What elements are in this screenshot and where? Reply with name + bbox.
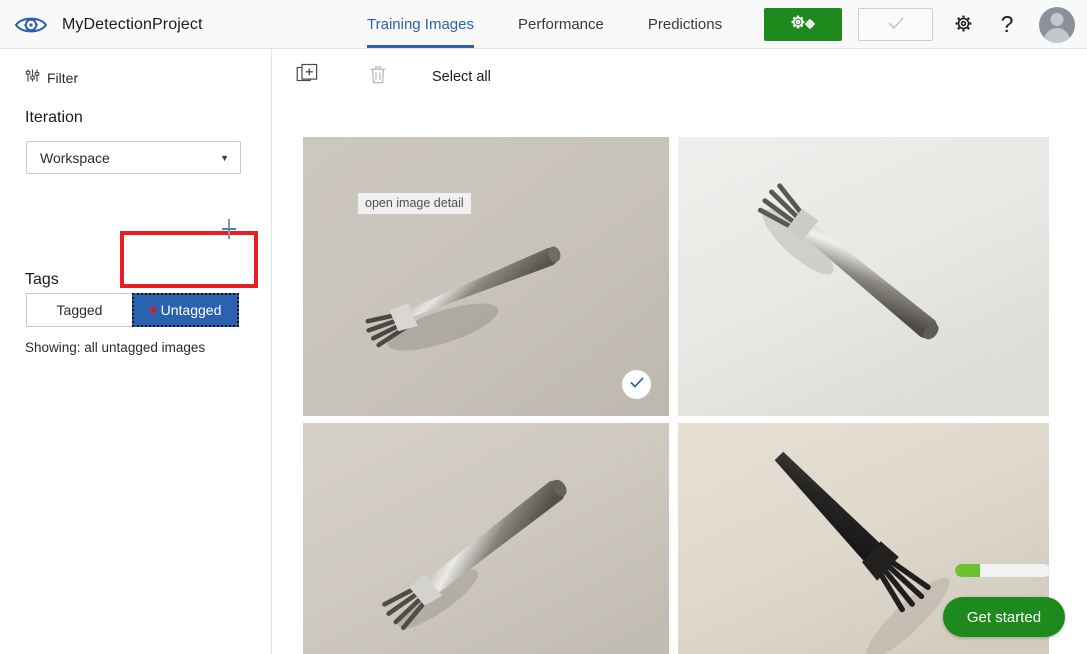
selection-dot-icon bbox=[149, 307, 156, 313]
train-button[interactable] bbox=[764, 8, 842, 41]
add-images-button[interactable] bbox=[294, 63, 320, 90]
app-header: MyDetectionProject Training Images Perfo… bbox=[0, 0, 1087, 49]
header-actions: ? bbox=[764, 0, 1075, 49]
gears-icon bbox=[786, 13, 820, 36]
gallery-tile[interactable] bbox=[303, 423, 669, 654]
tag-filter-untagged[interactable]: Untagged bbox=[132, 293, 239, 327]
tab-training-images[interactable]: Training Images bbox=[345, 0, 496, 49]
filter-button[interactable]: Filter bbox=[25, 68, 78, 88]
image-tooltip: open image detail bbox=[357, 192, 472, 215]
progress-fill bbox=[955, 564, 980, 577]
tab-label: Performance bbox=[518, 16, 604, 33]
gallery-tile[interactable]: open image detail bbox=[303, 137, 669, 416]
iteration-dropdown[interactable]: Workspace ▼ bbox=[26, 141, 241, 174]
tab-label: Predictions bbox=[647, 16, 723, 33]
sidebar: Filter Iteration Workspace ▼ Tags Tagged… bbox=[0, 49, 272, 654]
select-all-button[interactable]: Select all bbox=[432, 69, 491, 85]
quick-test-button[interactable] bbox=[858, 8, 933, 41]
chevron-down-icon: ▼ bbox=[220, 152, 229, 163]
iteration-heading: Iteration bbox=[25, 109, 83, 126]
delete-images-button[interactable] bbox=[365, 64, 391, 90]
onboarding-progress-bar bbox=[955, 564, 1050, 577]
tag-filter-tagged-label: Tagged bbox=[56, 302, 103, 318]
app-root: MyDetectionProject Training Images Perfo… bbox=[0, 0, 1087, 654]
settings-button[interactable] bbox=[949, 11, 977, 39]
eye-icon bbox=[14, 14, 48, 36]
checkmark-icon bbox=[885, 15, 907, 34]
tag-filter-untagged-label: Untagged bbox=[160, 302, 222, 318]
tags-toggle-group: Tagged Untagged bbox=[26, 293, 239, 327]
iteration-dropdown-value: Workspace bbox=[40, 149, 110, 166]
main-tabs: Training Images Performance Predictions bbox=[345, 0, 744, 49]
training-image-thumbnail bbox=[678, 137, 1049, 416]
tab-label: Training Images bbox=[367, 16, 474, 33]
gallery-tile[interactable] bbox=[678, 137, 1049, 416]
avatar[interactable] bbox=[1039, 6, 1075, 43]
filter-label: Filter bbox=[47, 70, 79, 86]
sliders-icon bbox=[25, 68, 40, 88]
brand-area[interactable]: MyDetectionProject bbox=[14, 0, 203, 49]
page-title: MyDetectionProject bbox=[62, 15, 203, 33]
tab-predictions[interactable]: Predictions bbox=[626, 0, 744, 49]
training-image-thumbnail bbox=[303, 137, 669, 416]
select-image-checkbox[interactable] bbox=[622, 370, 651, 399]
tag-filter-tagged[interactable]: Tagged bbox=[26, 293, 133, 327]
tab-performance[interactable]: Performance bbox=[496, 0, 626, 49]
checkmark-icon bbox=[629, 376, 645, 394]
image-tooltip-text: open image detail bbox=[365, 196, 464, 210]
gear-icon bbox=[952, 12, 975, 38]
select-all-label: Select all bbox=[432, 68, 491, 85]
get-started-button[interactable]: Get started bbox=[943, 597, 1065, 637]
add-image-icon bbox=[296, 63, 318, 90]
gallery-toolbar: Select all bbox=[273, 49, 1087, 104]
training-image-thumbnail bbox=[303, 423, 669, 654]
question-mark-icon: ? bbox=[1000, 11, 1014, 37]
showing-status-text: Showing: all untagged images bbox=[25, 340, 206, 355]
get-started-label: Get started bbox=[966, 608, 1042, 626]
tags-heading: Tags bbox=[25, 271, 59, 288]
trash-icon bbox=[368, 64, 388, 90]
help-button[interactable]: ? bbox=[993, 11, 1021, 39]
